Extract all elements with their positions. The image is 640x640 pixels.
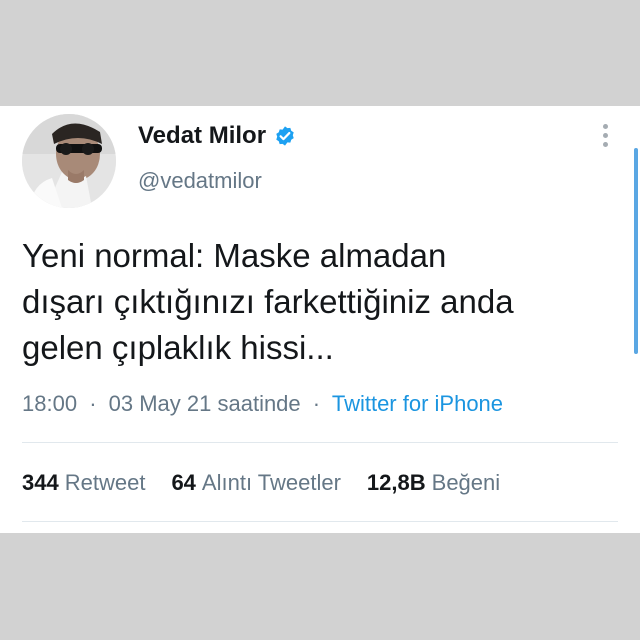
- separator: ·: [89, 391, 97, 416]
- more-options-icon[interactable]: [599, 124, 611, 152]
- quotes-count: 64: [171, 470, 196, 495]
- retweets-label: Retweet: [64, 470, 146, 495]
- retweets-count: 344: [22, 470, 59, 495]
- tweet-stats: 344 Retweet 64 Alıntı Tweetler 12,8B Beğeni: [22, 470, 526, 496]
- display-name[interactable]: Vedat Milor: [138, 122, 296, 150]
- verified-badge-icon: [274, 125, 296, 147]
- separator: ·: [312, 391, 321, 416]
- user-handle[interactable]: @vedatmilor: [138, 168, 262, 194]
- divider: [22, 442, 618, 443]
- tweet-text: Yeni normal: Maske almadan dışarı çıktığ…: [22, 237, 514, 366]
- likes-stat[interactable]: 12,8B Beğeni: [367, 470, 500, 496]
- tweet-time[interactable]: 18:00: [22, 391, 77, 416]
- screenshot-frame: Vedat Milor @vedatmilor Yeni normal: Mas…: [0, 0, 640, 640]
- quotes-label: Alıntı Tweetler: [201, 470, 341, 495]
- tweet-card: Vedat Milor @vedatmilor Yeni normal: Mas…: [0, 106, 640, 533]
- retweets-stat[interactable]: 344 Retweet: [22, 470, 145, 496]
- avatar[interactable]: [22, 114, 116, 208]
- tweet-source-link[interactable]: Twitter for iPhone: [332, 391, 503, 416]
- tweet-metadata: 18:00 · 03 May 21 saatinde · Twitter for…: [22, 391, 503, 417]
- display-name-text: Vedat Milor: [138, 122, 267, 149]
- likes-count: 12,8B: [366, 470, 426, 495]
- tweet-date[interactable]: 03 May 21 saatinde: [109, 391, 301, 416]
- likes-label: Beğeni: [431, 470, 501, 495]
- scrollbar[interactable]: [634, 148, 638, 354]
- divider: [22, 521, 618, 522]
- quotes-stat[interactable]: 64 Alıntı Tweetler: [171, 470, 340, 496]
- avatar-photo: [22, 114, 116, 208]
